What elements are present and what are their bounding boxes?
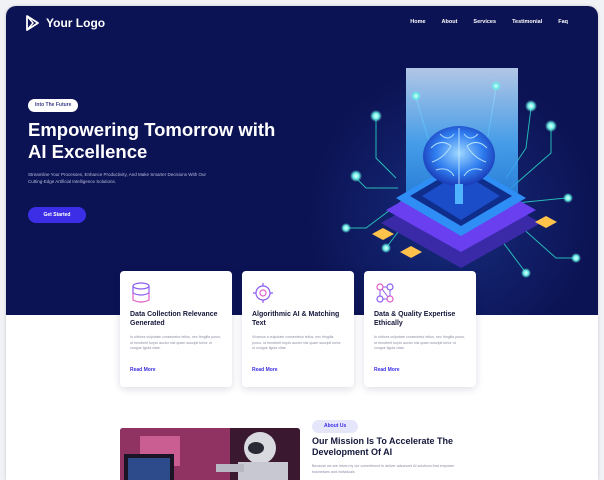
- feature-text: Vivamus a vulputate consectetur tellus, …: [252, 335, 341, 351]
- hero-title: Empowering Tomorrow with AI Excellence: [28, 119, 276, 162]
- robot-photo-art: [120, 428, 300, 480]
- nav-item-testimonial[interactable]: Testimonial: [512, 19, 542, 25]
- feature-title: Data & Quality Expertise Ethically: [374, 311, 456, 327]
- feature-title: Algorithmic AI & Matching Text: [252, 311, 340, 327]
- read-more-link[interactable]: Read More: [374, 367, 400, 373]
- nav-item-about[interactable]: About: [442, 19, 458, 25]
- feature-card-data-quality[interactable]: Data & Quality Expertise Ethically In ul…: [364, 271, 476, 387]
- about-text: Because we are driven by our commitment …: [312, 464, 455, 474]
- feature-title: Data Collection Relevance Generated: [130, 311, 218, 327]
- feature-text: In ultrices vulputate consectetur tellus…: [130, 335, 222, 351]
- data-quality-icon: [376, 283, 394, 303]
- nav-item-home[interactable]: Home: [410, 19, 425, 25]
- read-more-link[interactable]: Read More: [252, 367, 278, 373]
- feature-text: In ultrices vulputate consectetur tellus…: [374, 335, 466, 351]
- logo-icon: [26, 15, 39, 31]
- hero-description: Streamline Your Processes, Enhance Produ…: [28, 172, 206, 184]
- main-nav: Home About Services Testimonial Faq: [410, 19, 568, 25]
- about-badge: About Us: [312, 420, 359, 433]
- robot-photo-icon: [120, 428, 300, 480]
- hero-section: Your Logo Home About Services Testimonia…: [6, 6, 598, 315]
- browser-frame: Your Logo Home About Services Testimonia…: [6, 6, 598, 480]
- nav-item-faq[interactable]: Faq: [558, 19, 568, 25]
- ai-brain-chip-icon: [341, 68, 581, 278]
- nav-item-services[interactable]: Services: [473, 19, 496, 25]
- feature-card-algorithmic-ai[interactable]: Algorithmic AI & Matching Text Vivamus a…: [242, 271, 354, 387]
- logo[interactable]: Your Logo: [26, 15, 105, 31]
- logo-text: Your Logo: [46, 16, 106, 30]
- get-started-button[interactable]: Get Started: [28, 207, 86, 223]
- about-title: Our Mission Is To Accelerate The Develop…: [312, 436, 454, 457]
- ai-algorithm-icon: [253, 283, 273, 303]
- read-more-link[interactable]: Read More: [130, 367, 156, 373]
- data-collection-icon: [132, 282, 150, 303]
- hero-badge: Into The Future: [28, 99, 79, 112]
- feature-card-data-collection[interactable]: Data Collection Relevance Generated In u…: [120, 271, 232, 387]
